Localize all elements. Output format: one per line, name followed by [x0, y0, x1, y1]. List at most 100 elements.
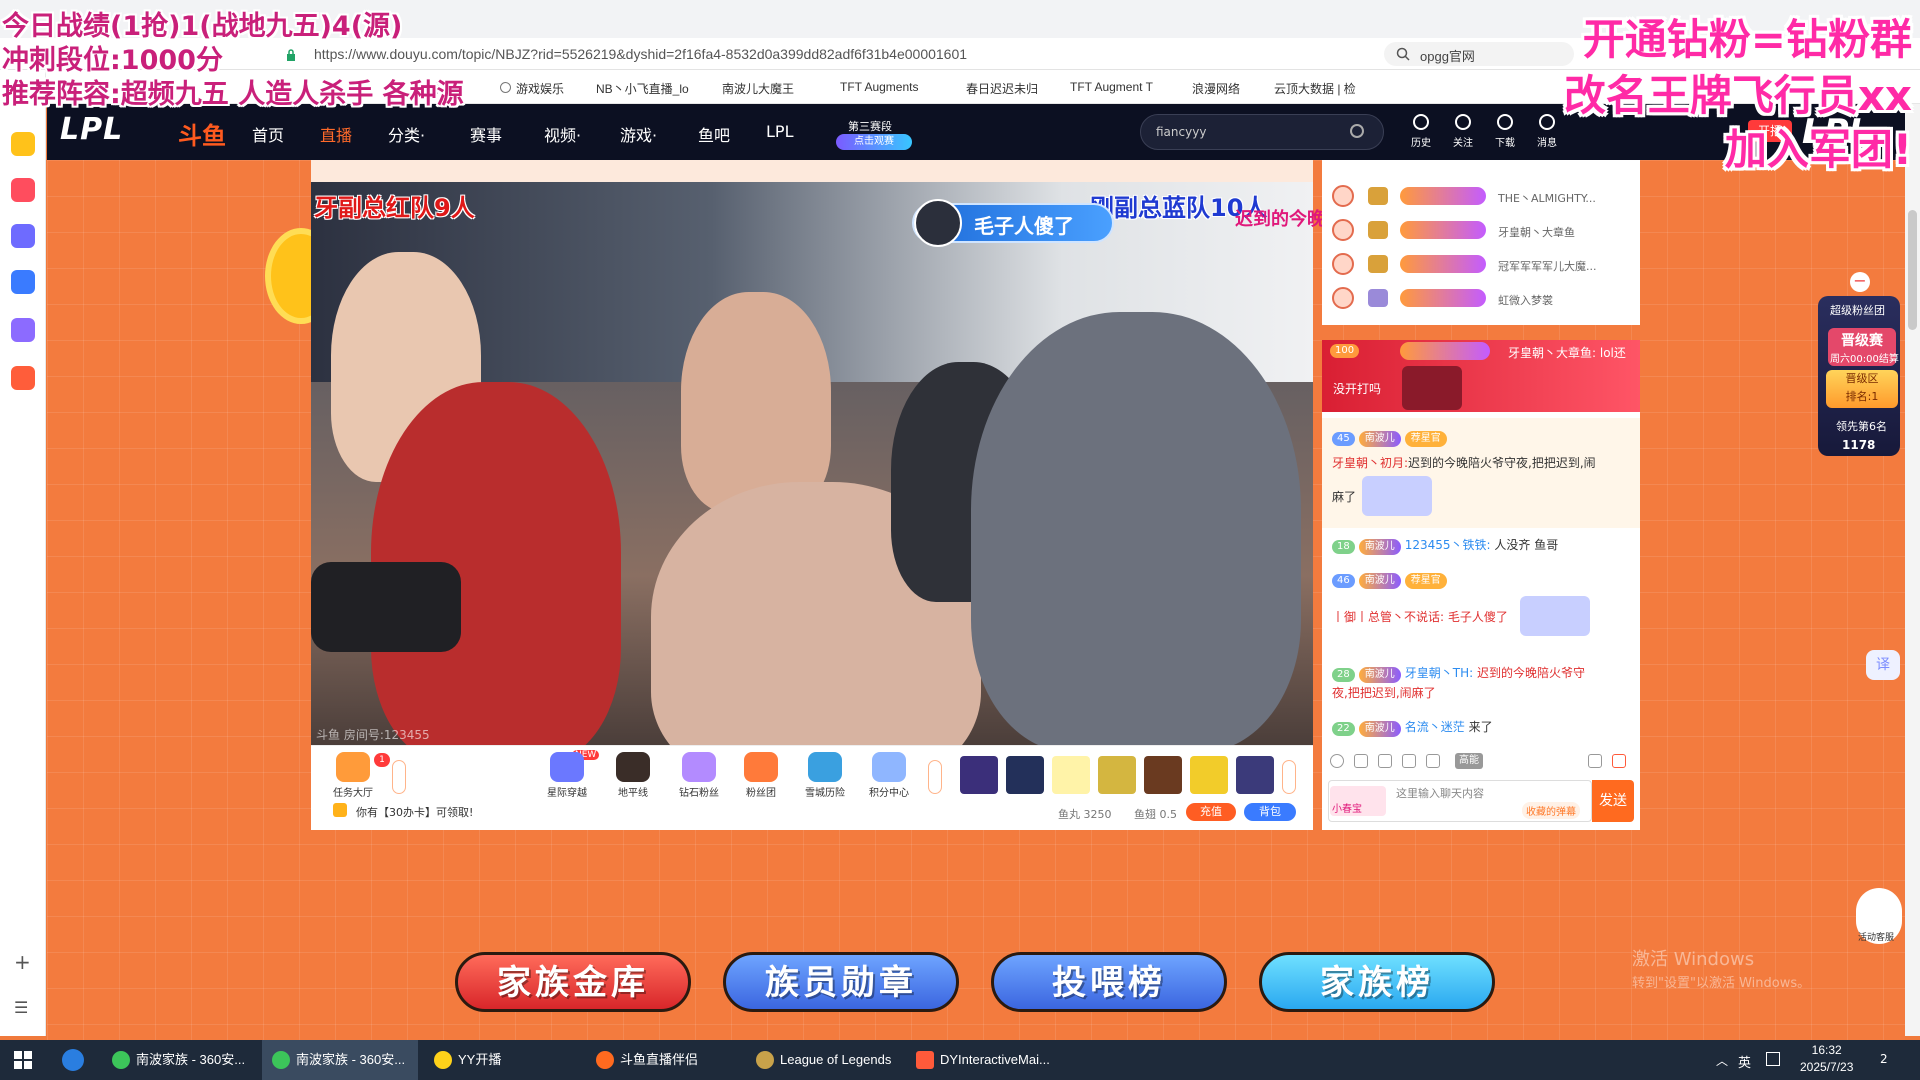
- menu-icon[interactable]: ☰: [14, 998, 28, 1017]
- taskbar-item-active[interactable]: 南波家族 - 360安...: [262, 1040, 418, 1080]
- gamepad-icon[interactable]: [11, 366, 35, 390]
- gift-icon[interactable]: [1612, 754, 1626, 768]
- emoji-icon[interactable]: [1330, 754, 1344, 768]
- search-icon[interactable]: [1350, 124, 1364, 138]
- collapse-widget-button[interactable]: −: [1850, 272, 1870, 292]
- app-icon[interactable]: [11, 178, 35, 202]
- url-text[interactable]: https://www.douyu.com/topic/NBJZ?rid=552…: [314, 46, 967, 62]
- ai-assistant-icon[interactable]: [11, 224, 35, 248]
- gift-item[interactable]: [1190, 756, 1228, 794]
- high-energy-button[interactable]: 高能: [1455, 753, 1483, 769]
- nav-home[interactable]: 首页: [252, 122, 284, 146]
- chat-nick[interactable]: 名流丶迷茫: [1405, 720, 1465, 734]
- rank-user[interactable]: 牙皇朝丶大章鱼: [1498, 224, 1575, 240]
- overlay-right-3: 加入军团!: [1724, 125, 1912, 174]
- ime-indicator[interactable]: 英: [1738, 1052, 1751, 1071]
- nav-games[interactable]: 游戏·: [620, 122, 657, 146]
- taskbar-item[interactable]: 斗鱼直播伴侣: [586, 1040, 726, 1080]
- gift-tab-fanclub[interactable]: 粉丝团: [734, 752, 788, 799]
- chat-nick[interactable]: 丨御丨总管丶不说话:: [1332, 610, 1444, 624]
- taskbar-item[interactable]: League of Legends: [746, 1040, 896, 1080]
- taskbar-label: League of Legends: [780, 1052, 892, 1067]
- bookmark-item[interactable]: 云顶大数据 | 检: [1274, 80, 1356, 97]
- nav-fishbar[interactable]: 鱼吧: [698, 122, 730, 146]
- nav-events[interactable]: 赛事: [470, 122, 502, 146]
- douyu-logo[interactable]: 斗鱼: [178, 116, 226, 151]
- lpl-logo[interactable]: LPL: [60, 112, 123, 147]
- shield-icon[interactable]: [1426, 754, 1440, 768]
- system-clock[interactable]: 16:32 2025/7/23: [1800, 1042, 1853, 1076]
- gift-item[interactable]: [1236, 756, 1274, 794]
- ai-icon[interactable]: [11, 270, 35, 294]
- game-controller-icon[interactable]: [11, 318, 35, 342]
- chat-nick[interactable]: 牙皇朝丶初月:: [1332, 456, 1408, 470]
- messages-button[interactable]: 消息: [1530, 112, 1564, 152]
- rank-user[interactable]: 虹微入梦裳: [1498, 292, 1553, 308]
- nav-live[interactable]: 直播: [320, 122, 352, 146]
- bag-button[interactable]: 背包: [1244, 803, 1296, 821]
- bookmark-item[interactable]: TFT Augments: [840, 80, 918, 94]
- stage-badge[interactable]: 第三赛段 点击观赛: [836, 118, 912, 152]
- chat-nick[interactable]: 123455丶铁铁:: [1405, 538, 1491, 552]
- translate-button[interactable]: 译: [1866, 650, 1900, 680]
- download-button[interactable]: 下载: [1488, 112, 1522, 152]
- chevron-up-icon[interactable]: ︿: [1716, 1052, 1728, 1069]
- gift-tab-horizon[interactable]: 地平线: [606, 752, 660, 799]
- bookmark-item[interactable]: 游戏娱乐: [516, 80, 564, 97]
- gift-item[interactable]: [1144, 756, 1182, 794]
- gift-tab-points[interactable]: 积分中心: [862, 752, 916, 799]
- speaker-icon[interactable]: [1354, 754, 1368, 768]
- browser-search-input[interactable]: [1384, 42, 1574, 66]
- filter-icon[interactable]: [1402, 754, 1416, 768]
- gift-tab-label: 钻石粉丝: [679, 788, 719, 799]
- lock-icon[interactable]: [1588, 754, 1602, 768]
- gift-tab-snow[interactable]: 雪城历险: [798, 752, 852, 799]
- user-level: 46: [1332, 574, 1355, 588]
- gift-item[interactable]: [1098, 756, 1136, 794]
- gift-item[interactable]: [1006, 756, 1044, 794]
- nav-category[interactable]: 分类·: [388, 122, 425, 146]
- card-tip[interactable]: 你有【30办卡】可领取!: [356, 804, 473, 820]
- feed-rank-button[interactable]: 投喂榜: [991, 952, 1227, 1012]
- live-video-player[interactable]: [311, 182, 1313, 745]
- dy-interactive-icon: [916, 1051, 934, 1069]
- gift-item[interactable]: [1052, 756, 1090, 794]
- gift-item[interactable]: [960, 756, 998, 794]
- bookmark-item[interactable]: NB丶小飞直播_lo: [596, 80, 689, 97]
- notification-count[interactable]: 2: [1880, 1052, 1888, 1066]
- crown-icon[interactable]: [1378, 754, 1392, 768]
- taskbar-item[interactable]: 南波家族 - 360安...: [102, 1040, 258, 1080]
- bookmark-item[interactable]: TFT Augment T: [1070, 80, 1153, 94]
- scrollbar-thumb[interactable]: [1908, 210, 1917, 330]
- gift-scroll-right[interactable]: [928, 760, 942, 794]
- rank-user[interactable]: 冠军军军军儿大魔...: [1498, 258, 1597, 274]
- chat-nick[interactable]: 牙皇朝丶TH:: [1405, 666, 1473, 680]
- keyboard-icon[interactable]: [1766, 1052, 1780, 1066]
- taskbar-item[interactable]: DYInteractiveMai...: [906, 1040, 1056, 1080]
- send-button[interactable]: 发送: [1592, 780, 1634, 822]
- gift-scroll-left[interactable]: [392, 760, 406, 794]
- family-rank-button[interactable]: 家族榜: [1259, 952, 1495, 1012]
- taskbar-item[interactable]: YY开播: [424, 1040, 554, 1080]
- bookmark-item[interactable]: 南波儿大魔王: [722, 80, 794, 97]
- history-button[interactable]: 历史: [1404, 112, 1438, 152]
- task-hall-button[interactable]: 任务大厅: [326, 752, 380, 799]
- ie-icon[interactable]: [62, 1049, 84, 1071]
- windows-start-icon[interactable]: [14, 1051, 32, 1069]
- nav-lpl[interactable]: LPL: [766, 122, 793, 141]
- gift-tab-diamond[interactable]: 钻石粉丝: [672, 752, 726, 799]
- bookmark-item[interactable]: 浪漫网络: [1192, 80, 1240, 97]
- gift-tab-star[interactable]: 星际穿越: [540, 752, 594, 799]
- add-icon[interactable]: +: [14, 950, 31, 974]
- rank-user[interactable]: THE丶ALMIGHTY...: [1498, 190, 1596, 206]
- recharge-button[interactable]: 充值: [1186, 803, 1236, 821]
- family-vault-button[interactable]: 家族金库: [455, 952, 691, 1012]
- nav-video[interactable]: 视频·: [544, 122, 581, 146]
- member-medal-button[interactable]: 族员勋章: [723, 952, 959, 1012]
- bookmark-item[interactable]: 春日迟迟未归: [966, 80, 1038, 97]
- follow-button[interactable]: 关注: [1446, 112, 1480, 152]
- chat-message: 22 南波儿 名流丶迷茫 来了: [1332, 718, 1493, 737]
- collected-danmaku-button[interactable]: 收藏的弹幕: [1522, 802, 1580, 819]
- gift-scroll-right-2[interactable]: [1282, 760, 1296, 794]
- star-icon[interactable]: [11, 132, 35, 156]
